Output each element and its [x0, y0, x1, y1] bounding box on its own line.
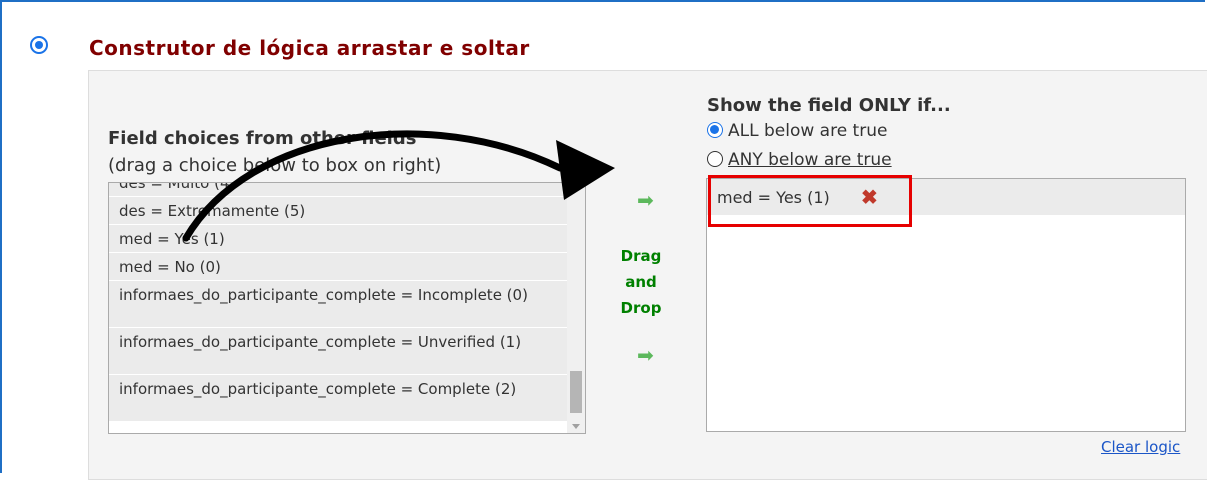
scroll-down-arrow-icon[interactable] [572, 424, 580, 429]
radio-checked-icon[interactable] [707, 122, 723, 138]
drag-word: Drag [620, 247, 662, 265]
field-choices-subtitle: (drag a choice below to box on right) [108, 155, 442, 176]
choice-item[interactable]: informaes_do_participante_complete = Unv… [109, 328, 567, 375]
choice-item[interactable]: des = Muito (4) [109, 183, 567, 197]
choice-item[interactable]: informaes_do_participante_complete = Com… [109, 375, 567, 422]
clear-logic-link[interactable]: Clear logic [1101, 438, 1180, 456]
choice-item[interactable]: informaes_do_participante_complete = Inc… [109, 281, 567, 328]
choice-item[interactable]: med = No (0) [109, 253, 567, 281]
choices-scrollbar[interactable] [567, 183, 585, 433]
option-any[interactable]: ANY below are true [707, 150, 892, 170]
logic-builder-radio[interactable] [30, 36, 48, 54]
right-arrow-icon: ➡ [637, 345, 654, 367]
field-choices-list[interactable]: des = Muito (4) des = Extremamente (5) m… [108, 182, 586, 434]
drop-word: Drop [620, 299, 662, 317]
field-choices-title: Field choices from other fields [108, 128, 417, 149]
section-title: Construtor de lógica arrastar e soltar [89, 36, 530, 60]
option-all-label: ALL below are true [728, 121, 888, 141]
choice-item[interactable]: des = Extremamente (5) [109, 197, 567, 225]
right-arrow-icon: ➡ [637, 190, 654, 212]
highlight-box [708, 175, 912, 227]
option-all[interactable]: ALL below are true [707, 121, 887, 141]
drag-and-drop-label: Drag and Drop [616, 243, 666, 321]
choice-item[interactable]: med = Yes (1) [109, 225, 567, 253]
and-word: and [625, 273, 657, 291]
option-any-label: ANY below are true [728, 150, 892, 170]
scrollbar-thumb[interactable] [570, 371, 582, 413]
show-field-title: Show the field ONLY if... [707, 95, 951, 116]
radio-unchecked-icon[interactable] [707, 151, 723, 167]
